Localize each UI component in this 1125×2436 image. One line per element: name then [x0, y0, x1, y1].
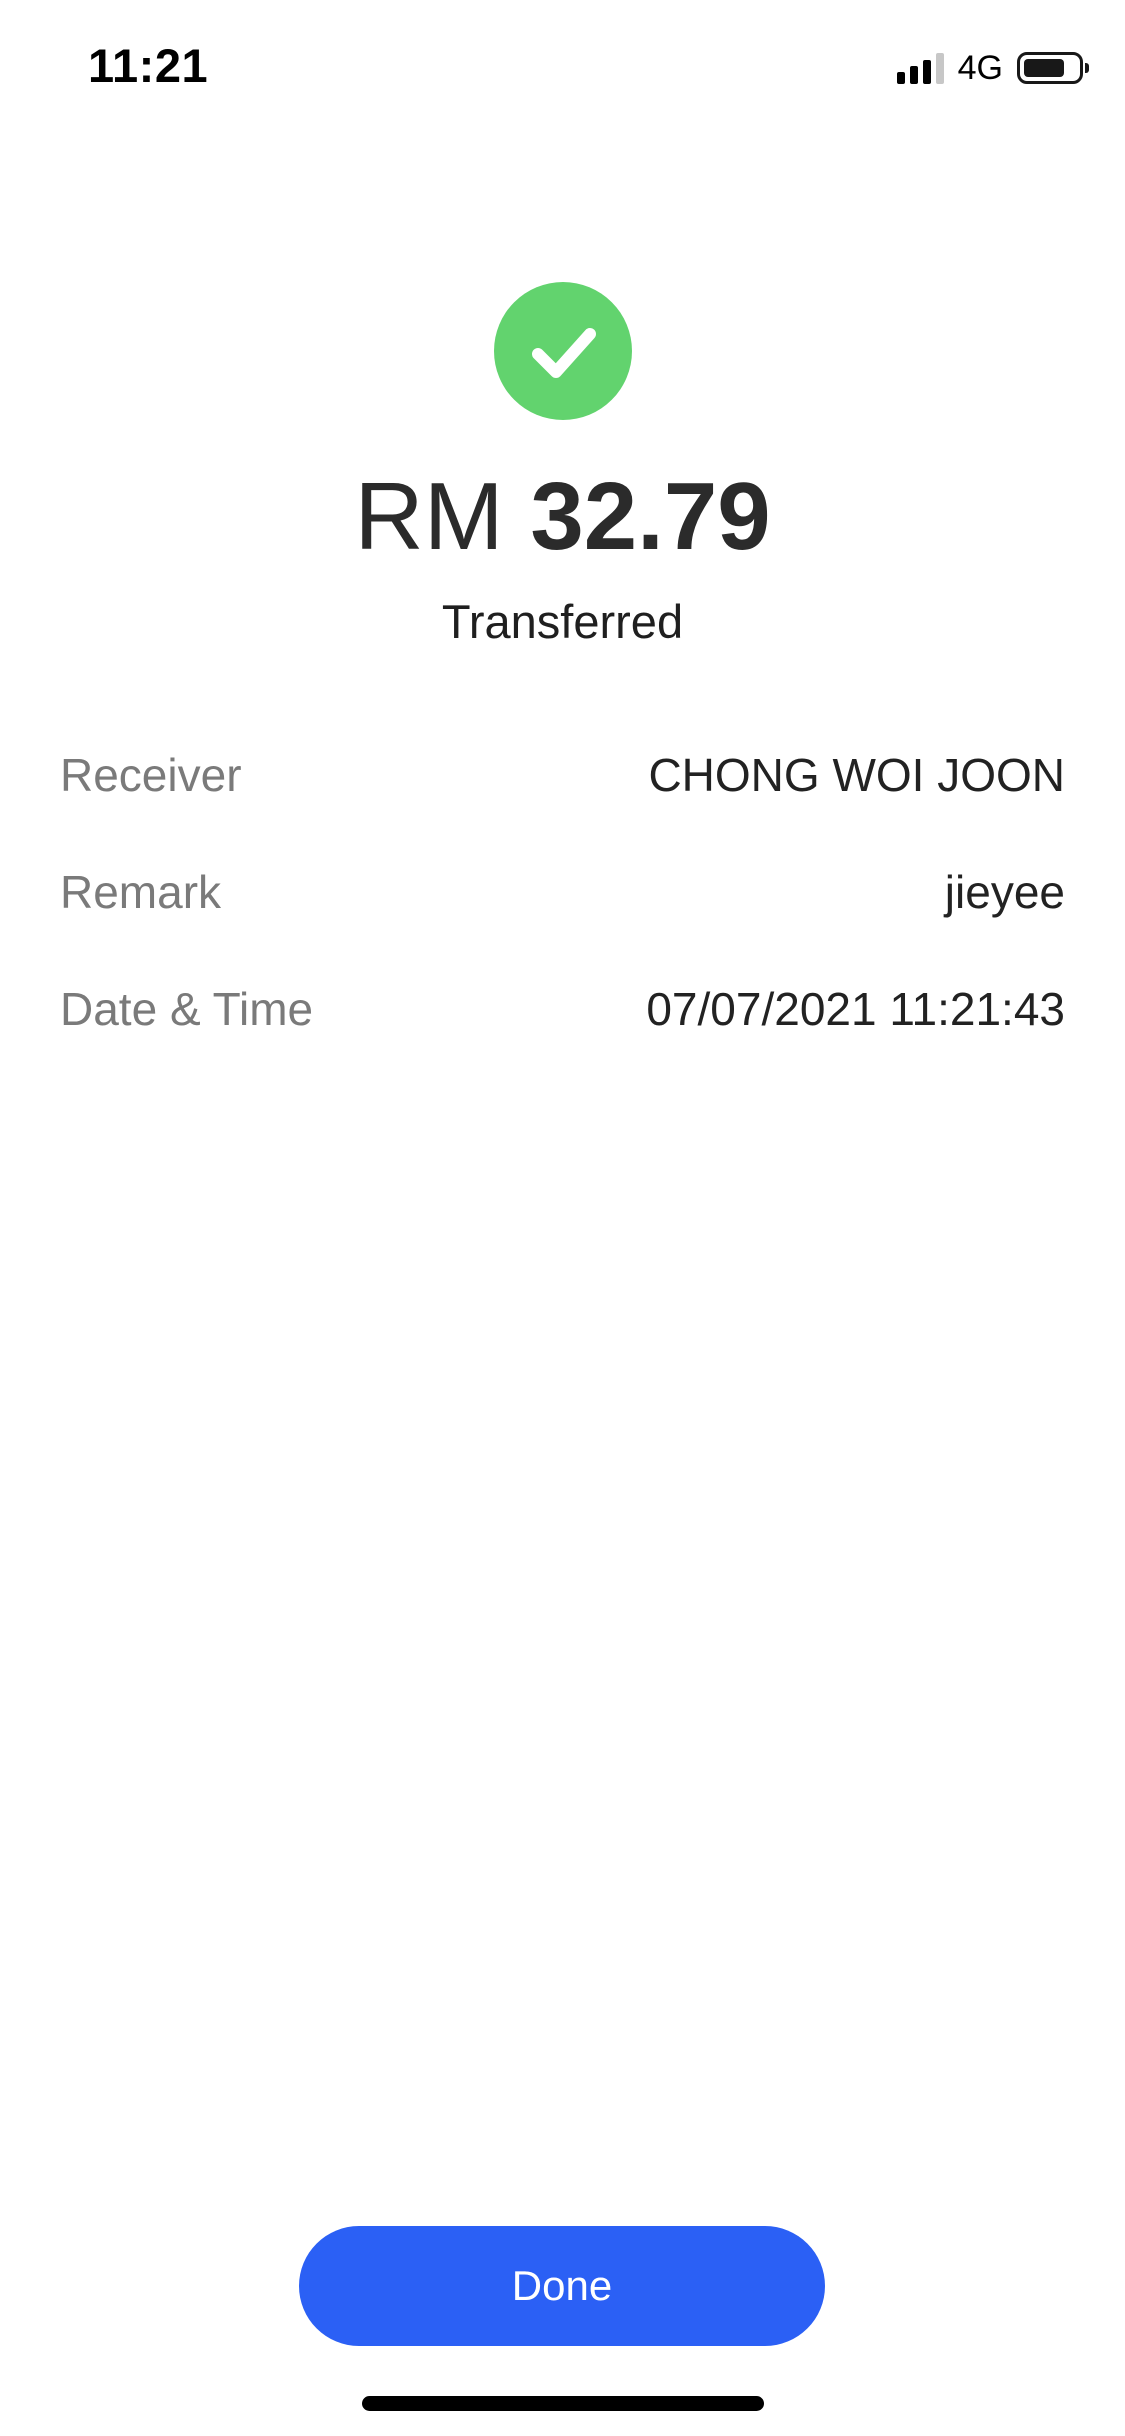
currency-label: RM — [354, 463, 504, 570]
status-indicators: 4G — [896, 48, 1089, 88]
remark-value: jieyee — [944, 865, 1065, 918]
datetime-value: 07/07/2021 11:21:43 — [646, 982, 1065, 1035]
detail-row-datetime: Date & Time 07/07/2021 11:21:43 — [60, 950, 1065, 1067]
remark-label: Remark — [60, 865, 222, 918]
detail-row-receiver: Receiver CHONG WOI JOON — [60, 716, 1065, 833]
battery-icon — [1017, 52, 1089, 84]
datetime-label: Date & Time — [60, 982, 314, 1035]
signal-strength-icon — [896, 52, 944, 84]
network-type: 4G — [957, 48, 1003, 87]
receiver-value: CHONG WOI JOON — [648, 748, 1065, 801]
transfer-details: Receiver CHONG WOI JOON Remark jieyee Da… — [60, 716, 1065, 1067]
detail-row-remark: Remark jieyee — [60, 833, 1065, 950]
transfer-status: Transferred — [441, 595, 684, 648]
amount-value: 32.79 — [530, 463, 771, 570]
status-time: 11:21 — [88, 39, 209, 92]
transfer-amount: RM 32.79 — [0, 462, 1125, 572]
done-button[interactable]: Done — [299, 2226, 825, 2346]
receiver-label: Receiver — [60, 748, 242, 801]
home-indicator[interactable] — [362, 2396, 764, 2411]
status-bar: 11:21 4G — [0, 0, 1125, 132]
success-check-icon — [494, 282, 632, 420]
